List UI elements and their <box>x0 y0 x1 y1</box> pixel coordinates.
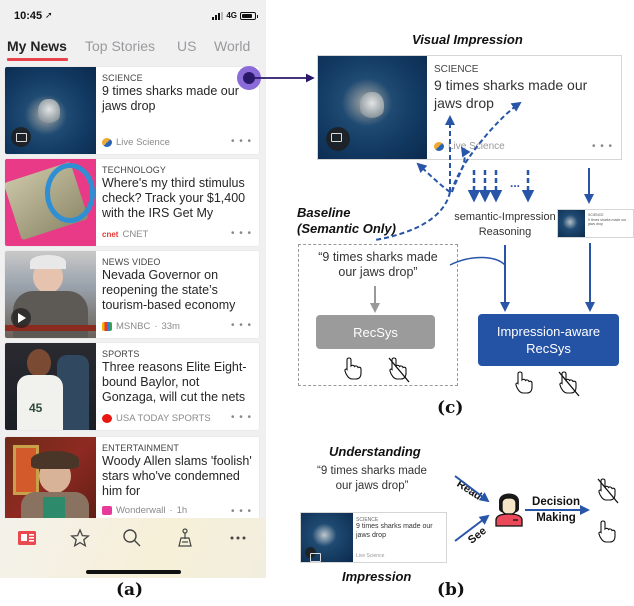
card-time: 33m <box>161 321 180 332</box>
money-magnifier-photo <box>5 159 96 246</box>
card-category: SPORTS <box>102 349 140 359</box>
channel-icon[interactable] <box>175 528 195 548</box>
card-category: NEWS VIDEO <box>102 257 161 267</box>
card-headline[interactable]: 9 times sharks made our jaws drop <box>102 84 254 114</box>
card-time: 1h <box>176 505 188 516</box>
image-gallery-icon <box>326 127 350 151</box>
msnbc-logo <box>102 322 112 331</box>
impression-aware-recsys-box: Impression-aware RecSys <box>478 314 619 366</box>
home-indicator[interactable] <box>86 570 181 574</box>
card-source: Live Science <box>116 137 170 148</box>
impression-source: Live Science <box>448 141 505 152</box>
shark-photo <box>5 67 96 154</box>
see-label: See <box>466 524 489 547</box>
bottom-navigation <box>0 518 266 578</box>
news-card[interactable]: 45 SPORTS Three reasons Elite Eight-boun… <box>5 343 259 430</box>
live-science-logo <box>102 138 112 147</box>
usa-today-logo <box>102 414 112 423</box>
more-options-button[interactable]: • • • <box>231 412 252 423</box>
image-gallery-icon <box>11 127 31 147</box>
shark-photo <box>318 56 427 159</box>
basketball-player-photo: 45 <box>5 343 96 430</box>
more-options-button[interactable]: • • • <box>231 228 252 239</box>
card-source: USA TODAY SPORTS <box>116 413 211 424</box>
more-options-button[interactable]: • • • <box>231 506 252 517</box>
caption-a: (a) <box>116 580 144 600</box>
network-label: 4G <box>226 11 237 20</box>
card-source: MSNBC <box>116 321 151 332</box>
governor-video-still <box>5 251 96 338</box>
wonderwall-logo <box>102 506 112 515</box>
user-avatar-icon <box>495 493 523 527</box>
status-time: 10:45 <box>14 10 43 22</box>
news-tabs: My News Top Stories US World <box>0 36 266 62</box>
active-tab-indicator <box>7 58 68 61</box>
tab-top-stories[interactable]: Top Stories <box>85 38 155 54</box>
more-options-button[interactable]: • • • <box>231 320 252 331</box>
news-card[interactable]: SCIENCE 9 times sharks made our jaws dro… <box>5 67 259 154</box>
card-headline[interactable]: Three reasons Elite Eight-bound Baylor, … <box>102 360 254 405</box>
card-source: Wonderwall <box>116 505 166 516</box>
caption-b: (b) <box>437 580 465 600</box>
visual-impression-title: Visual Impression <box>412 32 523 47</box>
search-icon[interactable] <box>122 528 142 548</box>
card-category: SCIENCE <box>102 73 143 83</box>
understanding-quote: “9 times sharks made our jaws drop” <box>317 465 427 492</box>
no-click-hand-icon <box>558 368 580 397</box>
card-headline[interactable]: Where's my third stimulus check? Track y… <box>102 176 254 221</box>
play-icon[interactable] <box>11 308 31 328</box>
card-source: CNET <box>122 229 149 240</box>
shark-photo <box>301 513 353 562</box>
news-card[interactable]: NEWS VIDEO Nevada Governor on reopening … <box>5 251 259 338</box>
more-icon[interactable] <box>228 528 248 548</box>
tab-my-news[interactable]: My News <box>7 38 67 54</box>
tab-us[interactable]: US <box>177 38 196 54</box>
no-click-hand-icon <box>597 475 619 504</box>
attention-arrow <box>416 162 451 193</box>
more-options-button[interactable]: • • • <box>231 136 252 147</box>
understanding-title: Understanding <box>329 444 421 459</box>
baseline-recsys-box: RecSys <box>316 315 435 349</box>
man-in-hat-photo <box>5 437 96 524</box>
star-icon[interactable] <box>70 528 90 548</box>
shark-photo <box>558 210 585 237</box>
news-icon[interactable] <box>17 528 37 548</box>
card-headline[interactable]: Nevada Governor on reopening the state’s… <box>102 268 254 313</box>
battery-icon <box>240 11 258 20</box>
image-gallery-icon <box>305 547 321 562</box>
impression-thumbnail: SCIENCE 9 times sharks made our jaws dro… <box>557 209 634 238</box>
status-indicators: 4G <box>212 11 258 20</box>
ellipsis-label: ... <box>509 176 520 190</box>
read-label: Read <box>454 478 484 503</box>
location-arrow-icon: ➚ <box>45 10 53 20</box>
card-headline[interactable]: Woody Allen slams 'foolish' stars who've… <box>102 454 254 499</box>
click-hand-icon <box>515 368 533 394</box>
status-bar: 10:45 ➚ 4G <box>0 0 266 32</box>
impression-headline: 9 times sharks made our jaws drop <box>434 77 588 111</box>
quote-connector <box>449 256 506 266</box>
impression-title: Impression <box>342 569 412 584</box>
cnet-logo: cnet <box>102 230 119 239</box>
baseline-quote: “9 times sharks made our jaws drop” <box>318 250 438 279</box>
card-category: TECHNOLOGY <box>102 165 167 175</box>
reasoning-label: semantic-Impression Reasoning <box>454 211 556 238</box>
live-science-logo <box>434 142 444 151</box>
click-hand-icon <box>598 517 616 543</box>
impression-category: SCIENCE <box>434 64 479 75</box>
caption-c: (c) <box>437 398 464 418</box>
more-options-icon: • • • <box>591 141 613 152</box>
news-card[interactable]: TECHNOLOGY Where's my third stimulus che… <box>5 159 259 246</box>
visual-impression-card: SCIENCE 9 times sharks made our jaws dro… <box>317 55 622 160</box>
tab-world[interactable]: World <box>214 38 250 54</box>
baseline-title: Baseline (Semantic Only) <box>297 205 396 236</box>
impression-card-small: SCIENCE 9 times sharks made our jaws dro… <box>300 512 447 563</box>
signal-icon <box>212 11 224 20</box>
news-card[interactable]: ENTERTAINMENT Woody Allen slams 'foolish… <box>5 437 259 524</box>
phone-screenshot: 10:45 ➚ 4G My News Top Stories US World … <box>0 0 266 578</box>
card-category: ENTERTAINMENT <box>102 443 179 453</box>
decision-making-label: Decision Making <box>532 496 580 524</box>
